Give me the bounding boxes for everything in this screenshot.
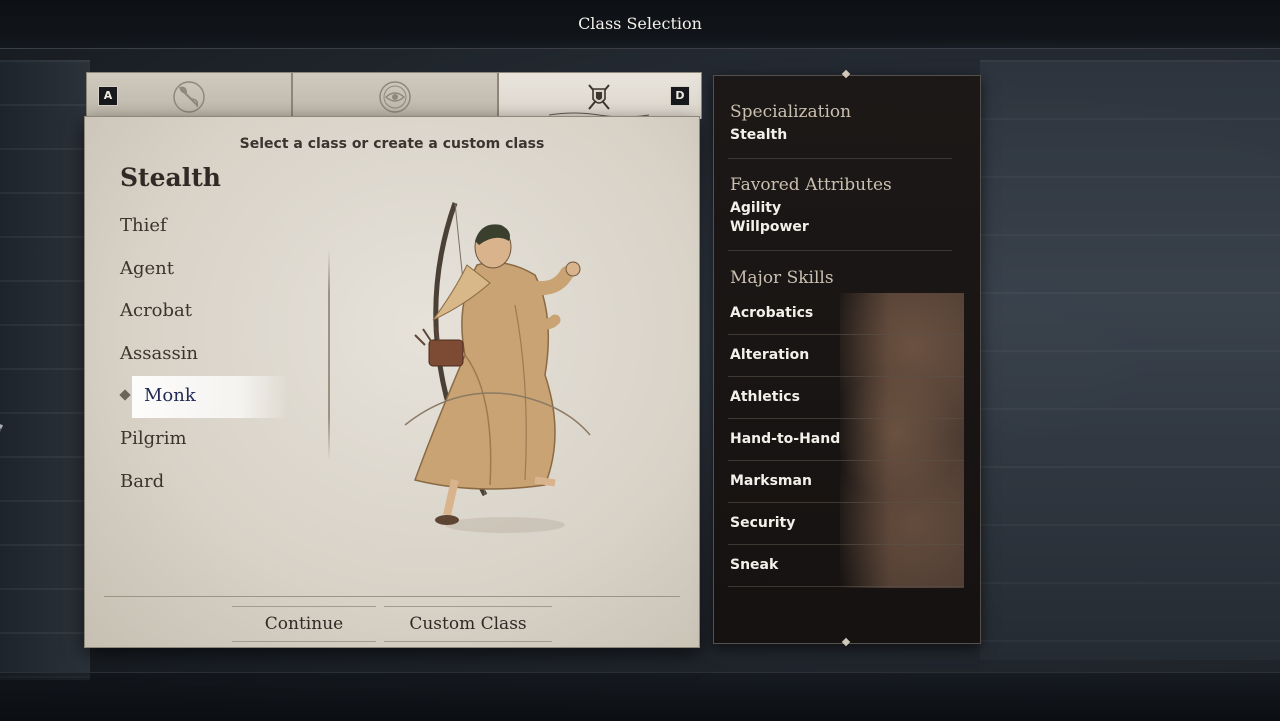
tab-magic[interactable] [292,72,498,119]
class-item-monk[interactable]: Monk [119,376,290,421]
class-item-thief[interactable]: Thief [120,208,290,251]
background-left-wall [0,60,90,680]
eye-emblem-icon [379,81,411,113]
vertical-divider [328,250,330,460]
class-item-agent[interactable]: Agent [120,251,290,294]
class-label: Pilgrim [120,427,187,449]
attribute-value: Agility [730,200,782,216]
attributes-heading: Favored Attributes [730,175,892,195]
class-item-bard[interactable]: Bard [120,464,290,507]
skill-row: Security [728,503,964,545]
attribute-value: Willpower [730,219,809,235]
class-item-acrobat[interactable]: Acrobat [120,293,290,336]
class-label: Thief [120,215,167,236]
specialization-heading: Specialization [730,102,852,122]
specialization-value: Stealth [730,127,788,143]
skill-row: Marksman [728,461,964,503]
category-heading: Stealth [120,163,221,192]
skills-heading: Major Skills [730,268,834,288]
skill-name: Athletics [730,389,800,405]
class-label: Monk [144,385,196,407]
class-label: Bard [120,470,165,492]
skill-row: Athletics [728,377,964,419]
skill-name: Hand-to-Hand [730,431,841,447]
class-label: Assassin [120,342,199,364]
class-item-assassin[interactable]: Assassin [120,336,290,379]
skill-name: Sneak [730,557,779,573]
key-hint-d: D [670,86,690,106]
background-stone-wall [980,60,1280,660]
class-item-pilgrim[interactable]: Pilgrim [120,421,290,464]
skill-row: Sneak [728,545,964,587]
info-separator [728,158,952,159]
custom-class-button[interactable]: Custom Class [384,606,552,642]
skill-name: Security [730,515,796,531]
axe-icon [173,81,205,113]
top-bar: Class Selection [0,0,1280,49]
monk-illustration [404,202,591,533]
bottom-bar [0,672,1280,721]
class-list: Thief Agent Acrobat Assassin Monk Pilgri… [119,208,290,507]
skill-row: Acrobatics [728,293,964,335]
class-label: Acrobat [120,300,193,322]
skill-name: Acrobatics [730,305,814,321]
crossed-daggers-shield-icon [588,84,610,110]
class-label: Agent [120,257,174,279]
continue-button[interactable]: Continue [232,606,376,642]
screen-title: Class Selection [578,14,702,33]
skill-name: Alteration [730,347,810,363]
skill-row: Hand-to-Hand [728,419,964,461]
panel-subtitle: Select a class or create a custom class [239,136,545,152]
info-separator [728,250,952,251]
selection-diamond-icon [119,389,131,402]
skill-row: Alteration [728,335,964,377]
button-row-divider [104,596,680,597]
key-hint-a: A [98,86,118,106]
skill-name: Marksman [730,473,812,489]
